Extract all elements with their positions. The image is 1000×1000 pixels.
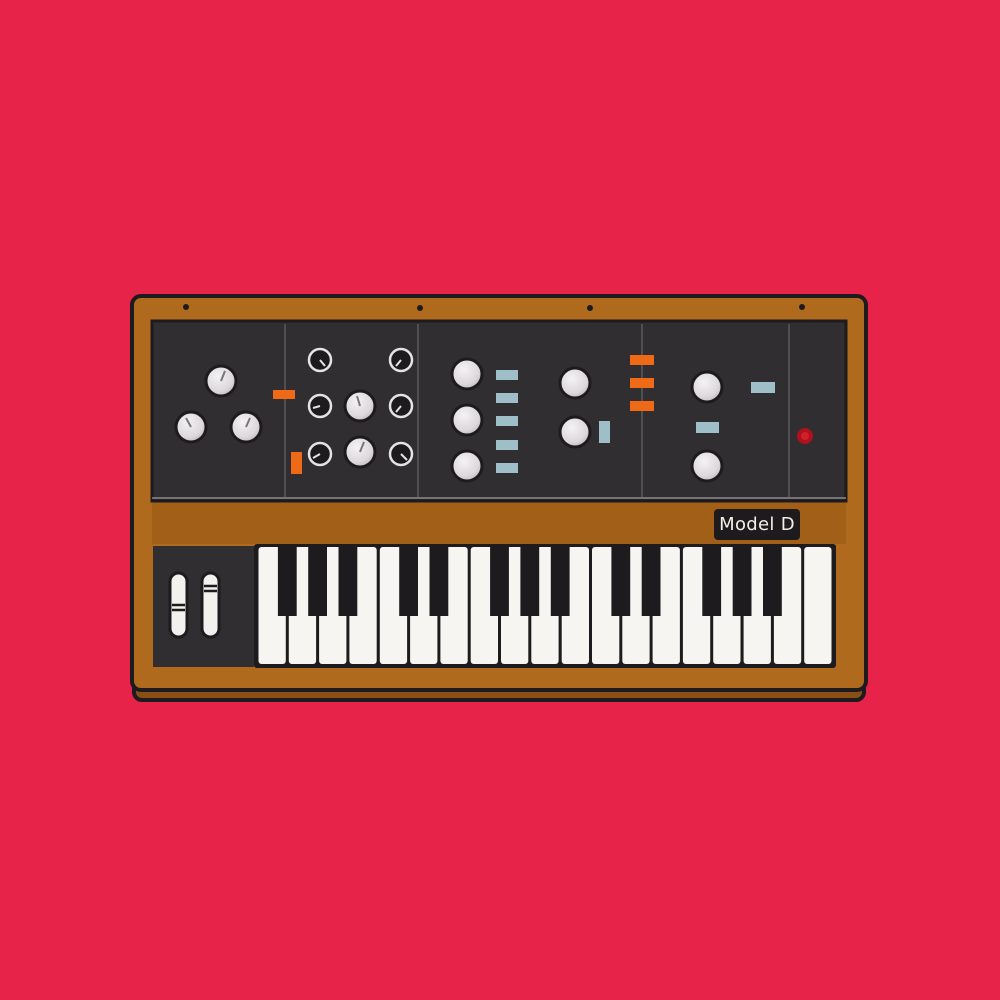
album-cover: Model D [0, 0, 1000, 1000]
switch-icon [273, 390, 295, 399]
power-light-glow [801, 432, 809, 440]
black-key [702, 546, 722, 616]
black-key [277, 546, 297, 616]
switch-icon [630, 355, 654, 411]
knob-icon [450, 403, 484, 437]
black-key [338, 546, 358, 616]
black-key [641, 546, 661, 616]
switch-icon [599, 421, 610, 443]
knob-icon [388, 393, 414, 419]
knob-icon [690, 449, 724, 483]
knob-icon [229, 410, 263, 444]
knob-icon [174, 410, 208, 444]
knob-icon [343, 435, 377, 469]
knob-icon [307, 441, 333, 467]
white-key [804, 547, 832, 664]
knob-icon [450, 449, 484, 483]
black-key [732, 546, 752, 616]
knob-icon [307, 347, 333, 373]
black-key [399, 546, 418, 616]
black-key [308, 546, 327, 616]
black-key [490, 546, 509, 616]
knob-icon [690, 370, 724, 404]
switch-icon [696, 422, 719, 433]
wheel-icon [168, 571, 189, 639]
knob-icon [558, 415, 592, 449]
knob-icon [204, 364, 238, 398]
black-key [763, 546, 782, 616]
synthesizer-illustration [130, 294, 868, 702]
knob-icon [558, 366, 592, 400]
knob-icon [307, 393, 333, 419]
black-key [550, 546, 570, 616]
switch-icon [291, 452, 302, 474]
black-key [520, 546, 540, 616]
knob-icon [388, 347, 414, 373]
model-label: Model D [714, 509, 800, 540]
knob-icon [450, 357, 484, 391]
black-key [429, 546, 449, 616]
knob-icon [343, 389, 377, 423]
knob-icon [388, 441, 414, 467]
black-keys [277, 546, 782, 616]
black-key [611, 546, 631, 616]
switch-icon [751, 382, 775, 393]
wheel-icon [200, 571, 221, 639]
control-panel [150, 319, 848, 503]
